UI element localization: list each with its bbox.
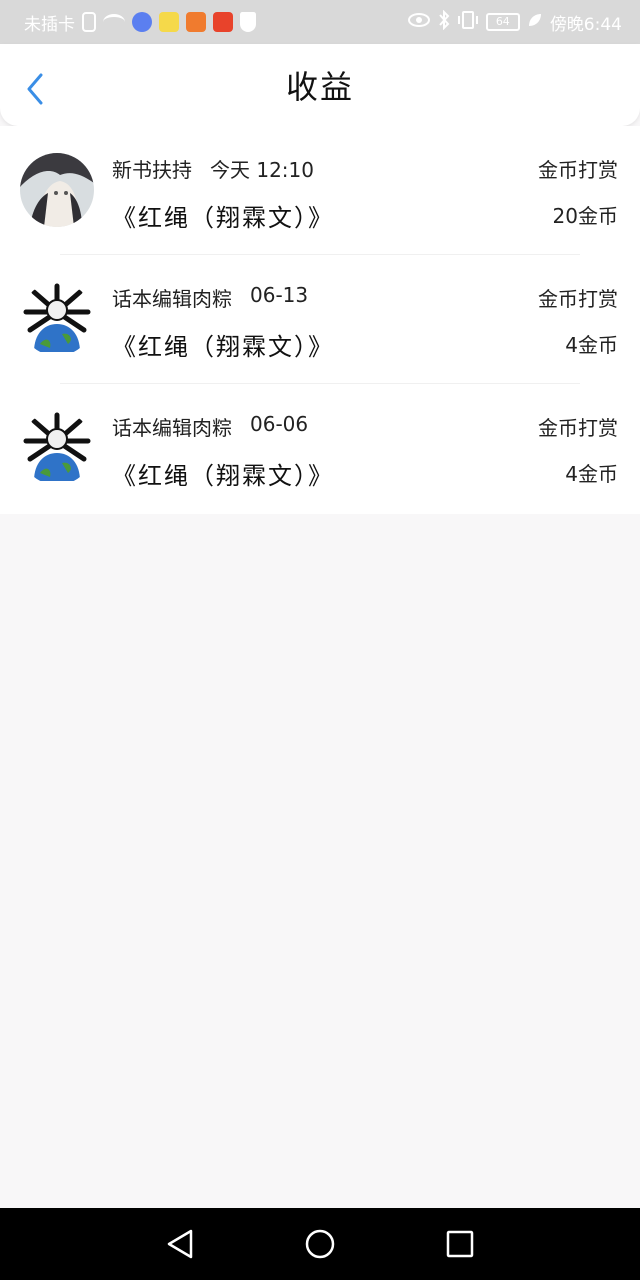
status-time: 傍晚6:44 xyxy=(549,14,622,35)
chevron-left-icon xyxy=(27,73,43,105)
shield-icon xyxy=(240,12,256,32)
record-source: 话本编辑肉粽 xyxy=(112,287,232,311)
book-title: 《红绳（翔霖文）》 xyxy=(112,204,334,232)
record-meta: 新书扶持 今天 12:10 xyxy=(112,154,314,183)
vibrate-icon xyxy=(457,10,479,35)
record-amount: 20金币 xyxy=(552,204,618,228)
news-app-icon xyxy=(213,12,233,32)
avatar xyxy=(20,282,94,356)
sim-alert-icon xyxy=(82,12,96,32)
record-time: 今天 12:10 xyxy=(210,158,314,182)
nav-recents-button[interactable] xyxy=(440,1224,480,1264)
status-left: 未插卡 xyxy=(24,10,256,35)
music-app-icon xyxy=(132,12,152,32)
header: 收益 xyxy=(0,44,640,126)
nav-back-button[interactable] xyxy=(160,1224,200,1264)
bean-app-icon xyxy=(159,12,179,32)
record-time: 06-13 xyxy=(250,283,309,307)
avatar xyxy=(20,153,94,227)
list-item[interactable]: 话本编辑肉粽 06-13 《红绳（翔霖文）》 金币打赏 4金币 xyxy=(0,255,640,384)
record-amount: 4金币 xyxy=(565,333,618,357)
bluetooth-icon xyxy=(438,9,450,35)
status-bar: 未插卡 64 傍晚6:44 xyxy=(0,0,640,44)
leaf-icon xyxy=(527,12,543,33)
record-type: 金币打赏 xyxy=(538,287,618,311)
record-amount: 4金币 xyxy=(565,462,618,486)
nav-home-button[interactable] xyxy=(300,1224,340,1264)
carrier-text: 未插卡 xyxy=(24,14,75,35)
record-source: 新书扶持 xyxy=(112,158,192,182)
wifi-icon xyxy=(103,14,125,30)
triangle-back-icon xyxy=(167,1229,193,1259)
list-item[interactable]: 新书扶持 今天 12:10 《红绳（翔霖文）》 金币打赏 20金币 xyxy=(0,126,640,255)
battery-icon: 64 xyxy=(485,13,520,31)
video-app-icon xyxy=(186,12,206,32)
eye-icon xyxy=(407,12,431,33)
system-nav-bar xyxy=(0,1208,640,1280)
circle-home-icon xyxy=(305,1229,335,1259)
record-meta: 话本编辑肉粽 06-06 xyxy=(112,412,308,441)
square-recents-icon xyxy=(446,1230,474,1258)
record-time: 06-06 xyxy=(250,412,309,436)
record-type: 金币打赏 xyxy=(538,416,618,440)
back-button[interactable] xyxy=(20,72,50,106)
record-meta: 话本编辑肉粽 06-13 xyxy=(112,283,308,312)
avatar xyxy=(20,411,94,485)
book-title: 《红绳（翔霖文）》 xyxy=(112,462,334,490)
earnings-list: 新书扶持 今天 12:10 《红绳（翔霖文）》 金币打赏 20金币 话本编辑肉粽… xyxy=(0,126,640,514)
list-item[interactable]: 话本编辑肉粽 06-06 《红绳（翔霖文）》 金币打赏 4金币 xyxy=(0,384,640,513)
status-right: 64 傍晚6:44 xyxy=(407,9,622,35)
page-title: 收益 xyxy=(285,68,354,106)
record-type: 金币打赏 xyxy=(538,158,618,182)
record-source: 话本编辑肉粽 xyxy=(112,416,232,440)
book-title: 《红绳（翔霖文）》 xyxy=(112,333,334,361)
